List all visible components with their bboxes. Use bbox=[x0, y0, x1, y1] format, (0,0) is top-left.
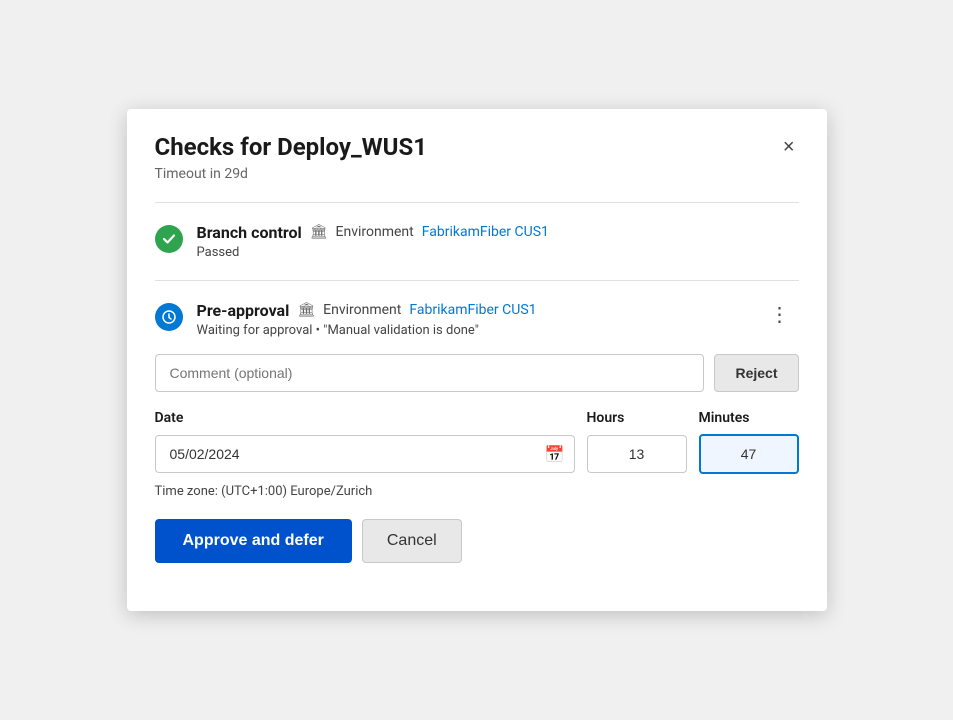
dialog-title-group: Checks for Deploy_WUS1 Timeout in 29d bbox=[155, 133, 428, 182]
close-icon: × bbox=[783, 137, 795, 157]
cancel-button[interactable]: Cancel bbox=[362, 519, 462, 563]
approve-defer-button[interactable]: Approve and defer bbox=[155, 519, 352, 563]
action-buttons-row: Approve and defer Cancel bbox=[155, 519, 799, 563]
pre-approval-status: Waiting for approval • "Manual validatio… bbox=[197, 323, 762, 338]
dialog-title: Checks for Deploy_WUS1 bbox=[155, 133, 428, 162]
branch-control-title-row: Branch control 🏛 Environment FabrikamFib… bbox=[197, 223, 799, 242]
branch-control-item: Branch control 🏛 Environment FabrikamFib… bbox=[155, 223, 799, 260]
fields-row: 📅 bbox=[155, 434, 799, 474]
branch-control-status-icon bbox=[155, 225, 183, 253]
dialog-subtitle: Timeout in 29d bbox=[155, 166, 428, 182]
date-input[interactable] bbox=[155, 435, 575, 473]
comment-input[interactable] bbox=[155, 354, 705, 392]
pre-approval-status-icon bbox=[155, 303, 183, 331]
reject-button[interactable]: Reject bbox=[714, 354, 798, 392]
more-options-button[interactable]: ⋮ bbox=[762, 301, 799, 329]
branch-control-info: Branch control 🏛 Environment FabrikamFib… bbox=[197, 223, 799, 260]
minutes-label: Minutes bbox=[699, 410, 799, 426]
minutes-input[interactable] bbox=[699, 434, 799, 474]
checks-dialog: Checks for Deploy_WUS1 Timeout in 29d × … bbox=[127, 109, 827, 611]
timezone-text: Time zone: (UTC+1:00) Europe/Zurich bbox=[155, 484, 799, 499]
dialog-header: Checks for Deploy_WUS1 Timeout in 29d × bbox=[155, 133, 799, 182]
date-input-wrapper: 📅 bbox=[155, 435, 575, 473]
pre-approval-info: Pre-approval 🏛 Environment FabrikamFiber… bbox=[197, 301, 762, 338]
pre-approval-env-label: Environment bbox=[323, 302, 401, 318]
pre-approval-item: Pre-approval 🏛 Environment FabrikamFiber… bbox=[155, 301, 762, 338]
branch-control-status: Passed bbox=[197, 245, 799, 260]
field-labels-row: Date Hours Minutes bbox=[155, 410, 799, 426]
date-label: Date bbox=[155, 410, 575, 426]
hours-label: Hours bbox=[587, 410, 687, 426]
close-button[interactable]: × bbox=[779, 133, 799, 161]
pre-approval-env-link[interactable]: FabrikamFiber CUS1 bbox=[409, 302, 536, 318]
environment-icon: 🏛 bbox=[310, 224, 328, 240]
branch-control-env-link[interactable]: FabrikamFiber CUS1 bbox=[422, 224, 549, 240]
pre-approval-environment-icon: 🏛 bbox=[297, 302, 315, 318]
pre-approval-section: Pre-approval 🏛 Environment FabrikamFiber… bbox=[155, 280, 799, 583]
pre-approval-header: Pre-approval 🏛 Environment FabrikamFiber… bbox=[155, 301, 799, 338]
approval-controls: Reject Date Hours Minutes 📅 Time zone: (… bbox=[155, 354, 799, 563]
defer-fields: Date Hours Minutes 📅 Time zone: (UTC+1:0… bbox=[155, 410, 799, 499]
branch-control-name: Branch control bbox=[197, 223, 302, 242]
comment-reject-row: Reject bbox=[155, 354, 799, 392]
branch-control-env-label: Environment bbox=[336, 224, 414, 240]
branch-control-section: Branch control 🏛 Environment FabrikamFib… bbox=[155, 202, 799, 280]
pre-approval-name: Pre-approval bbox=[197, 301, 290, 320]
hours-input[interactable] bbox=[587, 435, 687, 473]
pre-approval-title-row: Pre-approval 🏛 Environment FabrikamFiber… bbox=[197, 301, 762, 320]
